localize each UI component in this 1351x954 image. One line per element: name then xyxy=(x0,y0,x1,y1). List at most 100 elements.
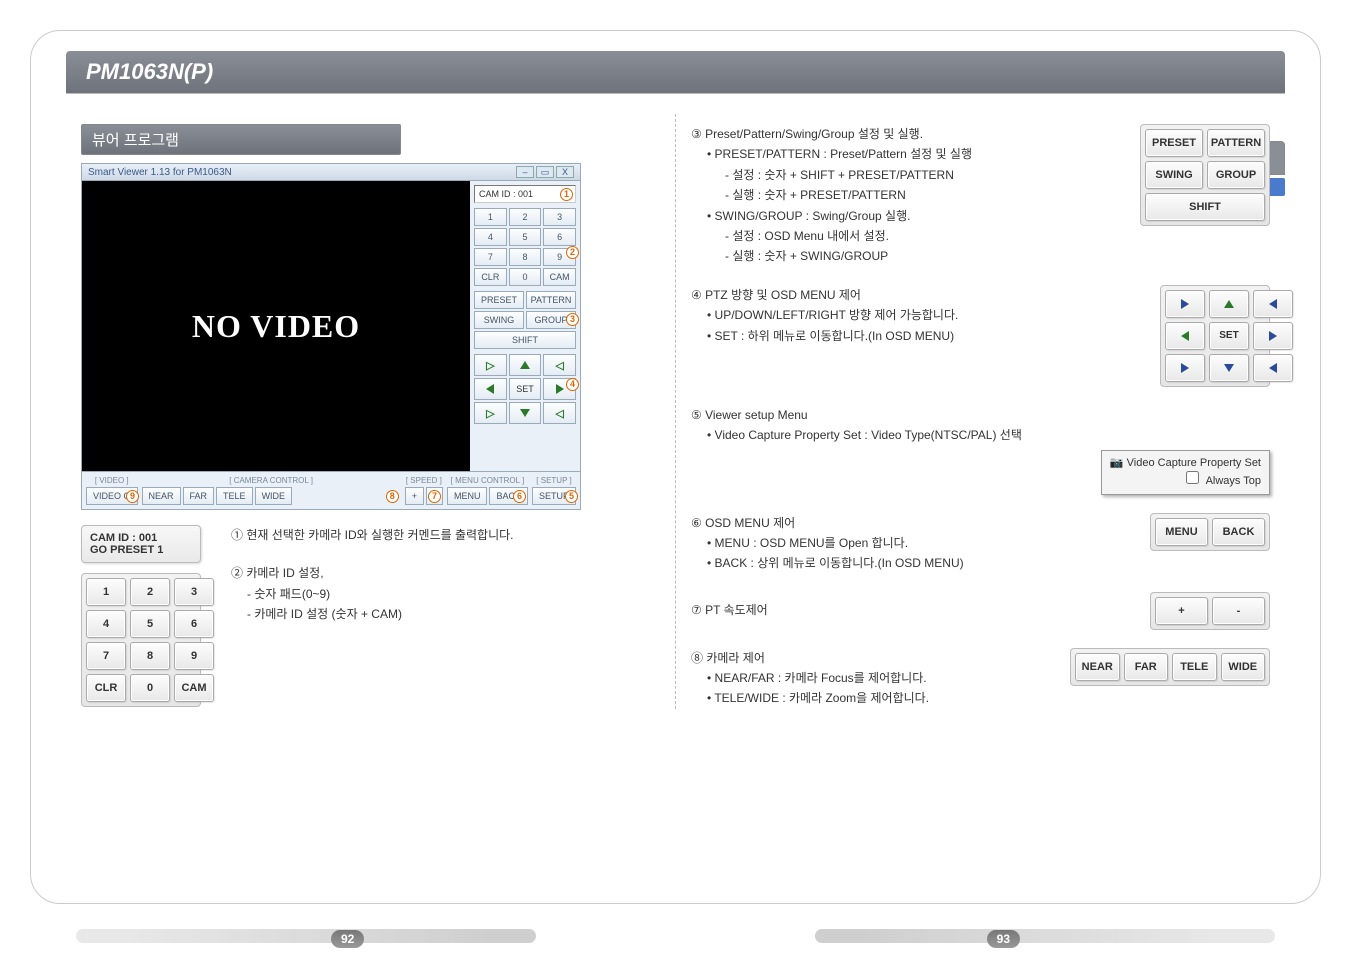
diag-icon: ◁ xyxy=(555,359,563,372)
key-0[interactable]: 0 xyxy=(509,268,542,286)
manual-keypad: 1 2 3 4 5 6 7 8 9 CLR 0 CAM xyxy=(81,573,201,707)
desc-1: ① 현재 선택한 카메라 ID와 실행한 커멘드를 출력합니다. xyxy=(231,525,514,545)
always-top-checkbox[interactable] xyxy=(1186,471,1199,484)
key-6[interactable]: 6 xyxy=(543,228,576,246)
arrow-down-icon xyxy=(1224,364,1234,372)
speed-plus-panel-button[interactable]: + xyxy=(1155,597,1208,625)
mkey-8[interactable]: 8 xyxy=(130,642,170,670)
keypad: 1 2 3 4 5 6 7 8 9 CLR 0 CAM 2 xyxy=(474,208,576,286)
window-close-icon[interactable]: X xyxy=(556,166,574,178)
pdir-up[interactable] xyxy=(1209,290,1249,318)
diag-icon xyxy=(1269,363,1277,373)
pattern-panel-button[interactable]: PATTERN xyxy=(1207,129,1265,157)
camera-panel: NEAR FAR TELE WIDE xyxy=(1070,648,1270,686)
mode-buttons: PRESET PATTERN SWING GROUP SHIFT 3 xyxy=(474,291,576,349)
page-number-left: 92 xyxy=(331,930,364,948)
shift-button[interactable]: SHIFT xyxy=(474,331,576,349)
desc-5: ⑤ Viewer setup Menu • Video Capture Prop… xyxy=(691,405,1270,446)
bb-camera-label: [ CAMERA CONTROL ] xyxy=(142,476,401,485)
window-minimize-icon[interactable]: – xyxy=(516,166,534,178)
near-panel-button[interactable]: NEAR xyxy=(1075,653,1120,681)
back-panel-button[interactable]: BACK xyxy=(1212,518,1265,546)
arrow-up-icon xyxy=(1224,300,1234,308)
dir-downleft[interactable]: ▷ xyxy=(474,402,507,424)
mkey-7[interactable]: 7 xyxy=(86,642,126,670)
page-number-right: 93 xyxy=(987,930,1020,948)
key-7[interactable]: 7 xyxy=(474,248,507,266)
dir-left[interactable] xyxy=(474,378,507,400)
window-maximize-icon[interactable]: ▭ xyxy=(536,166,554,178)
mkey-3[interactable]: 3 xyxy=(174,578,214,606)
arrow-down-icon xyxy=(520,409,530,417)
tele-button[interactable]: TELE xyxy=(216,487,253,505)
dir-set[interactable]: SET xyxy=(509,378,542,400)
dir-downright[interactable]: ◁ xyxy=(543,402,576,424)
pdir-set[interactable]: SET xyxy=(1209,322,1249,350)
key-5[interactable]: 5 xyxy=(509,228,542,246)
swing-button[interactable]: SWING xyxy=(474,311,524,329)
key-cam[interactable]: CAM xyxy=(543,268,576,286)
key-3[interactable]: 3 xyxy=(543,208,576,226)
video-area: NO VIDEO xyxy=(82,181,470,471)
key-8[interactable]: 8 xyxy=(509,248,542,266)
viewer-app-window: Smart Viewer 1.13 for PM1063N – ▭ X NO V… xyxy=(81,163,581,510)
mkey-0[interactable]: 0 xyxy=(130,674,170,702)
key-2[interactable]: 2 xyxy=(509,208,542,226)
mkey-5[interactable]: 5 xyxy=(130,610,170,638)
wide-button[interactable]: WIDE xyxy=(255,487,293,505)
arrow-right-icon xyxy=(556,384,564,394)
desc-3: ③ Preset/Pattern/Swing/Group 설정 및 실행. • … xyxy=(691,124,972,267)
speed-panel: + - xyxy=(1150,592,1270,630)
desc-4: ④ PTZ 방향 및 OSD MENU 제어 • UP/DOWN/LEFT/RI… xyxy=(691,285,958,346)
app-title-text: Smart Viewer 1.13 for PM1063N xyxy=(88,167,232,178)
swing-panel-button[interactable]: SWING xyxy=(1145,161,1203,189)
menu-panel-button[interactable]: MENU xyxy=(1155,518,1208,546)
near-button[interactable]: NEAR xyxy=(142,487,181,505)
bb-menu-label: [ MENU CONTROL ] xyxy=(447,476,528,485)
pattern-button[interactable]: PATTERN xyxy=(526,291,576,309)
far-button[interactable]: FAR xyxy=(183,487,215,505)
direction-pad: ▷ ◁ SET ▷ ◁ 4 xyxy=(474,354,576,424)
mkey-1[interactable]: 1 xyxy=(86,578,126,606)
desc-2: ② 카메라 ID 설정, - 숫자 패드(0~9) - 카메라 ID 설정 (숫… xyxy=(231,563,514,624)
shift-panel-button[interactable]: SHIFT xyxy=(1145,193,1265,221)
pdir-dl[interactable] xyxy=(1165,354,1205,382)
footer-bar-right xyxy=(815,929,1275,943)
pdir-left[interactable] xyxy=(1165,322,1205,350)
pdir-ur[interactable] xyxy=(1253,290,1293,318)
group-panel-button[interactable]: GROUP xyxy=(1207,161,1265,189)
arrow-right-icon xyxy=(1269,331,1277,341)
mkey-4[interactable]: 4 xyxy=(86,610,126,638)
speed-minus-panel-button[interactable]: - xyxy=(1212,597,1265,625)
dir-upright[interactable]: ◁ xyxy=(543,354,576,376)
mkey-clr[interactable]: CLR xyxy=(86,674,126,702)
dir-up[interactable] xyxy=(509,354,542,376)
key-1[interactable]: 1 xyxy=(474,208,507,226)
mkey-9[interactable]: 9 xyxy=(174,642,214,670)
model-header: PM1063N(P) xyxy=(66,51,1285,94)
dir-down[interactable] xyxy=(509,402,542,424)
menu-button[interactable]: MENU xyxy=(447,487,488,505)
pdir-right[interactable] xyxy=(1253,322,1293,350)
mkey-2[interactable]: 2 xyxy=(130,578,170,606)
dir-upleft[interactable]: ▷ xyxy=(474,354,507,376)
key-4[interactable]: 4 xyxy=(474,228,507,246)
mkey-6[interactable]: 6 xyxy=(174,610,214,638)
bb-speed-label: [ SPEED ] xyxy=(405,476,443,485)
cam-id-display: CAM ID : 001 1 xyxy=(474,185,576,203)
diag-icon xyxy=(1269,299,1277,309)
preset-panel-button[interactable]: PRESET xyxy=(1145,129,1203,157)
mkey-cam[interactable]: CAM xyxy=(174,674,214,702)
pdir-ul[interactable] xyxy=(1165,290,1205,318)
key-clr[interactable]: CLR xyxy=(474,268,507,286)
speed-plus-button[interactable]: + xyxy=(405,487,424,505)
far-panel-button[interactable]: FAR xyxy=(1124,653,1169,681)
pdir-down[interactable] xyxy=(1209,354,1249,382)
preset-button[interactable]: PRESET xyxy=(474,291,524,309)
section-title: 뷰어 프로그램 xyxy=(81,124,401,155)
tele-panel-button[interactable]: TELE xyxy=(1172,653,1217,681)
pdir-dr[interactable] xyxy=(1253,354,1293,382)
bb-setup-label: [ SETUP ] xyxy=(532,476,576,485)
wide-panel-button[interactable]: WIDE xyxy=(1221,653,1266,681)
diag-icon: ▷ xyxy=(486,359,494,372)
